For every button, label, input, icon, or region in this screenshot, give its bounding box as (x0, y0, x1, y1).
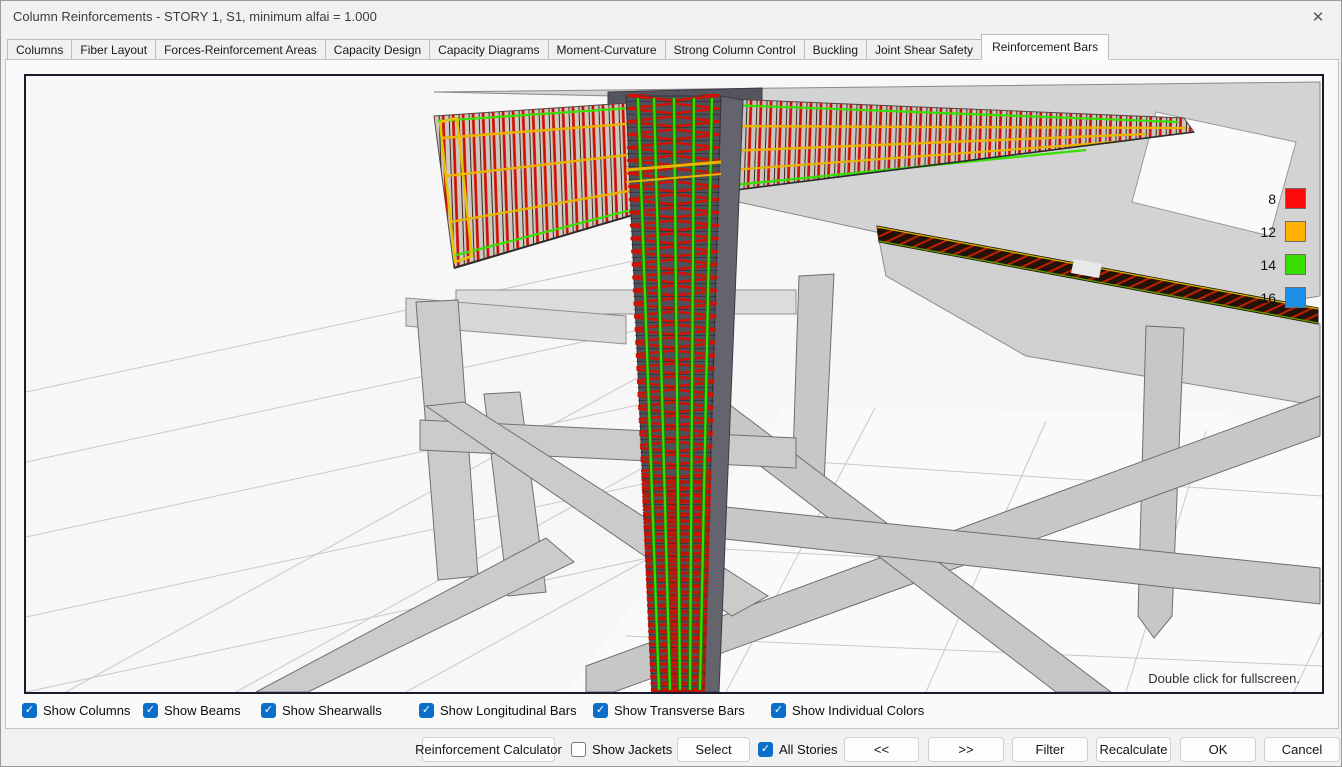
checkbox-check-icon: ✓ (771, 703, 786, 718)
legend-item: 8 (1268, 188, 1306, 209)
color-swatch (1285, 188, 1306, 209)
checkbox-label: Show Transverse Bars (614, 703, 745, 718)
checkbox-show-shearwalls[interactable]: ✓ Show Shearwalls (261, 703, 382, 718)
legend-item: 16 (1260, 287, 1306, 308)
legend-label: 12 (1260, 224, 1276, 240)
reinforcement-bars-page: 8 12 14 16 Double click for fullscreen. (5, 59, 1339, 729)
checkbox-label: Show Individual Colors (792, 703, 924, 718)
checkbox-label: Show Beams (164, 703, 241, 718)
checkbox-show-beams[interactable]: ✓ Show Beams (143, 703, 241, 718)
ok-button[interactable]: OK (1180, 737, 1256, 762)
checkbox-check-icon: ✓ (143, 703, 158, 718)
select-button[interactable]: Select (677, 737, 750, 762)
tab-bar: Columns Fiber Layout Forces-Reinforcemen… (7, 34, 1108, 60)
checkbox-check-icon: ✓ (261, 703, 276, 718)
dialog-footer: Reinforcement Calculator Show Jackets Se… (1, 730, 1341, 767)
checkbox-label: Show Longitudinal Bars (440, 703, 577, 718)
checkbox-check-icon (571, 742, 586, 757)
fullscreen-hint: Double click for fullscreen. (1148, 671, 1300, 686)
tab-forces-reinforcement-areas[interactable]: Forces-Reinforcement Areas (155, 39, 326, 60)
close-icon[interactable]: ✕ (1295, 1, 1341, 33)
window-titlebar[interactable]: Column Reinforcements - STORY 1, S1, min… (1, 1, 1341, 33)
tab-fiber-layout[interactable]: Fiber Layout (71, 39, 156, 60)
reinforcement-calculator-button[interactable]: Reinforcement Calculator (422, 737, 555, 762)
checkbox-check-icon: ✓ (758, 742, 773, 757)
tab-strong-column-control[interactable]: Strong Column Control (665, 39, 805, 60)
legend-item: 12 (1260, 221, 1306, 242)
checkbox-show-individual-colors[interactable]: ✓ Show Individual Colors (771, 703, 924, 718)
legend-label: 16 (1260, 290, 1276, 306)
bar-diameter-legend: 8 12 14 16 (1260, 188, 1306, 308)
checkbox-check-icon: ✓ (593, 703, 608, 718)
tab-capacity-design[interactable]: Capacity Design (325, 39, 430, 60)
legend-item: 14 (1260, 254, 1306, 275)
color-swatch (1285, 221, 1306, 242)
all-stories-checkbox[interactable]: ✓ All Stories (758, 742, 838, 757)
prev-button[interactable]: << (844, 737, 919, 762)
tab-reinforcement-bars[interactable]: Reinforcement Bars (981, 34, 1109, 60)
checkbox-label: Show Shearwalls (282, 703, 382, 718)
column-reinforcements-dialog: Column Reinforcements - STORY 1, S1, min… (0, 0, 1342, 767)
legend-label: 14 (1260, 257, 1276, 273)
checkbox-check-icon: ✓ (22, 703, 37, 718)
tab-moment-curvature[interactable]: Moment-Curvature (548, 39, 666, 60)
color-swatch (1285, 287, 1306, 308)
window-title: Column Reinforcements - STORY 1, S1, min… (13, 9, 377, 24)
checkbox-label: Show Jackets (592, 742, 672, 757)
checkbox-check-icon: ✓ (419, 703, 434, 718)
tab-capacity-diagrams[interactable]: Capacity Diagrams (429, 39, 548, 60)
cancel-button[interactable]: Cancel (1264, 737, 1340, 762)
3d-structure-view (26, 76, 1322, 692)
checkbox-label: All Stories (779, 742, 838, 757)
show-jackets-checkbox[interactable]: Show Jackets (571, 742, 672, 757)
checkbox-show-transverse-bars[interactable]: ✓ Show Transverse Bars (593, 703, 745, 718)
tab-buckling[interactable]: Buckling (804, 39, 867, 60)
color-swatch (1285, 254, 1306, 275)
checkbox-label: Show Columns (43, 703, 130, 718)
recalculate-button[interactable]: Recalculate (1096, 737, 1171, 762)
legend-label: 8 (1268, 191, 1276, 207)
next-button[interactable]: >> (928, 737, 1004, 762)
checkbox-show-longitudinal-bars[interactable]: ✓ Show Longitudinal Bars (419, 703, 577, 718)
3d-viewport[interactable]: 8 12 14 16 Double click for fullscreen. (24, 74, 1324, 694)
tab-joint-shear-safety[interactable]: Joint Shear Safety (866, 39, 982, 60)
filter-button[interactable]: Filter (1012, 737, 1088, 762)
checkbox-show-columns[interactable]: ✓ Show Columns (22, 703, 130, 718)
tab-columns[interactable]: Columns (7, 39, 72, 60)
